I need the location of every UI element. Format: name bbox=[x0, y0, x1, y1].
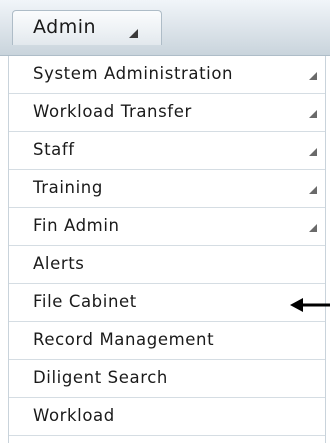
menu-item-label: Training bbox=[33, 178, 103, 197]
menu-item-label: Record Management bbox=[33, 330, 215, 349]
menu-item-training[interactable]: Training bbox=[9, 170, 325, 208]
menu-item-file-cabinet[interactable]: File Cabinet bbox=[9, 284, 325, 322]
menu-item-label: Staff bbox=[33, 140, 75, 159]
menu-item-alerts[interactable]: Alerts bbox=[9, 246, 325, 284]
submenu-triangle-icon bbox=[309, 72, 317, 80]
menu-bar: Admin bbox=[0, 0, 330, 56]
menu-item-record-management[interactable]: Record Management bbox=[9, 322, 325, 360]
menu-item-label: Alerts bbox=[33, 254, 85, 273]
menu-item-diligent-search[interactable]: Diligent Search bbox=[9, 360, 325, 398]
menu-item-label: Fin Admin bbox=[33, 216, 120, 235]
menu-item-workload[interactable]: Workload bbox=[9, 398, 325, 436]
submenu-triangle-icon bbox=[309, 224, 317, 232]
menu-item-workload-transfer[interactable]: Workload Transfer bbox=[9, 94, 325, 132]
submenu-triangle-icon bbox=[309, 110, 317, 118]
menu-item-label: Workload Transfer bbox=[33, 102, 192, 121]
left-arrow-icon bbox=[290, 298, 330, 312]
submenu-triangle-icon bbox=[309, 186, 317, 194]
menu-item-system-administration[interactable]: System Administration bbox=[9, 56, 325, 94]
submenu-triangle-icon bbox=[309, 148, 317, 156]
menu-item-label: Workload bbox=[33, 406, 115, 425]
admin-menu-tab[interactable]: Admin bbox=[12, 10, 162, 45]
menu-item-label: File Cabinet bbox=[33, 292, 137, 311]
admin-dropdown-menu: System Administration Workload Transfer … bbox=[8, 56, 326, 443]
menu-item-staff[interactable]: Staff bbox=[9, 132, 325, 170]
menu-item-label: Diligent Search bbox=[33, 368, 168, 387]
admin-menu-tab-label: Admin bbox=[33, 16, 97, 38]
dropdown-corner-icon bbox=[129, 29, 138, 38]
menu-item-fin-admin[interactable]: Fin Admin bbox=[9, 208, 325, 246]
menu-item-label: System Administration bbox=[33, 64, 234, 83]
